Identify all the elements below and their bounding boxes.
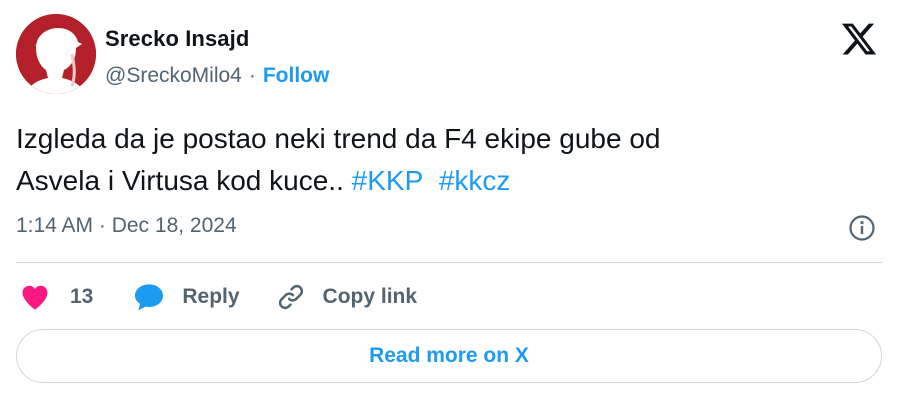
hashtag-kkcz[interactable]: #kkcz	[439, 165, 511, 196]
read-more-button[interactable]: Read more on X	[16, 329, 882, 383]
reply-label: Reply	[182, 285, 240, 308]
like-count: 13	[70, 285, 94, 308]
reply-button[interactable]: Reply	[133, 282, 240, 312]
separator-dot: ·	[248, 64, 256, 87]
speech-bubble-icon	[135, 284, 164, 311]
tweet-embed-card: Srecko Insajd @SreckoMilo4 · Follow Izgl…	[0, 0, 900, 400]
read-more-label: Read more on X	[369, 344, 529, 367]
x-logo-icon[interactable]	[840, 20, 878, 58]
tweet-text-line1: Izgleda da je postao neki trend da F4 ek…	[16, 123, 661, 154]
copy-link-button[interactable]: Copy link	[276, 282, 418, 312]
copy-link-label: Copy link	[322, 285, 418, 308]
profile-silhouette-icon	[16, 14, 96, 94]
divider	[16, 262, 882, 263]
hashtag-kkp[interactable]: #KKP	[352, 165, 424, 196]
tweet-text-line2: Asvela i Virtusa kod kuce..	[16, 165, 352, 196]
info-icon[interactable]	[848, 214, 876, 242]
heart-icon	[22, 285, 48, 310]
display-name[interactable]: Srecko Insajd	[105, 26, 249, 52]
tweet-text: Izgleda da je postao neki trend da F4 ek…	[16, 118, 876, 202]
link-icon	[278, 284, 303, 310]
tweet-timestamp[interactable]: 1:14 AM · Dec 18, 2024	[16, 214, 237, 238]
action-bar: 13 Reply Copy link	[20, 280, 417, 314]
follow-button[interactable]: Follow	[263, 64, 330, 88]
handle-row: @SreckoMilo4 · Follow	[105, 64, 329, 88]
like-button[interactable]: 13	[20, 283, 93, 311]
avatar[interactable]	[16, 14, 96, 94]
user-handle[interactable]: @SreckoMilo4	[105, 64, 242, 88]
